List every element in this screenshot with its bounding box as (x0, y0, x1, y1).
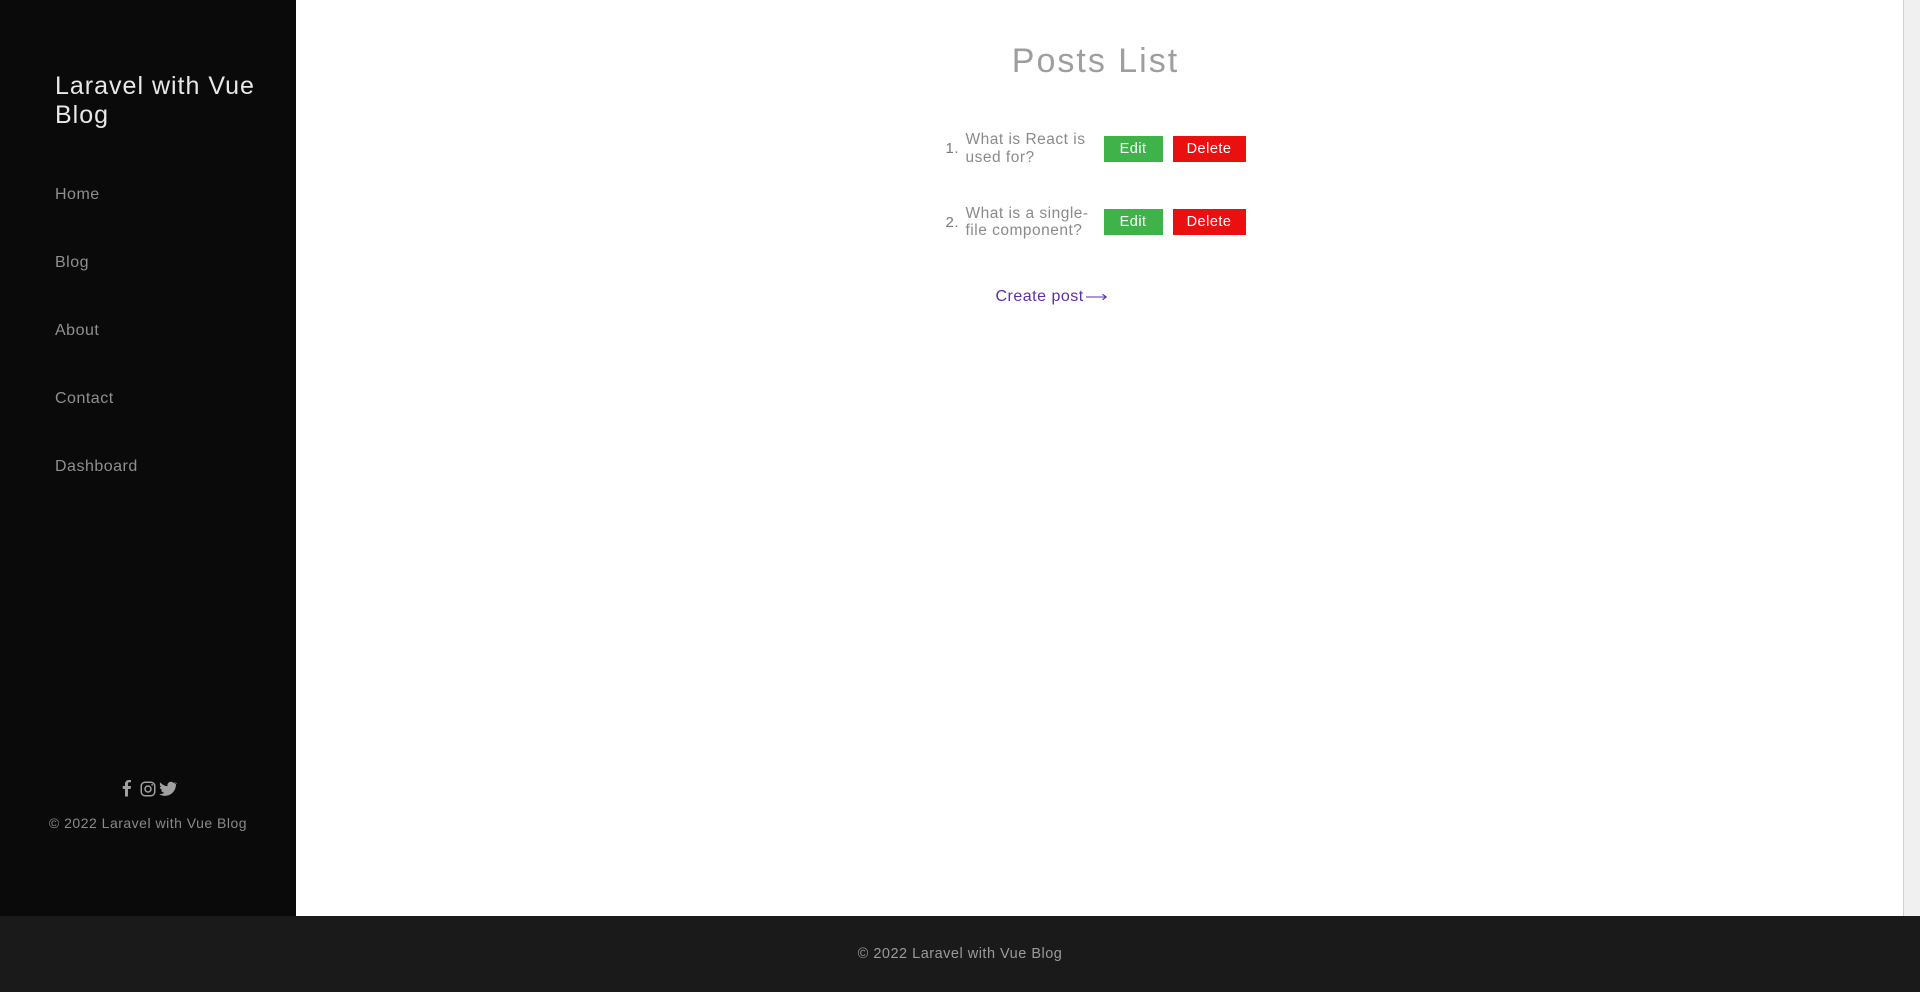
arrow-right-icon (1086, 292, 1108, 302)
sidebar-item-home[interactable]: Home (55, 186, 296, 204)
post-row: 1. What is React is used for? Edit Delet… (946, 131, 1246, 167)
brand-title: Laravel with Vue Blog (55, 72, 296, 130)
main-content: Posts List 1. What is React is used for?… (296, 0, 1903, 916)
footer-copyright: © 2022 Laravel with Vue Blog (858, 946, 1063, 962)
sidebar-copyright: © 2022 Laravel with Vue Blog (0, 815, 296, 831)
page-title: Posts List (1012, 42, 1179, 81)
twitter-icon[interactable] (159, 780, 177, 803)
delete-button[interactable]: Delete (1173, 209, 1246, 235)
edit-button[interactable]: Edit (1104, 209, 1163, 235)
sidebar-nav: Home Blog About Contact Dashboard (55, 186, 296, 526)
post-title: What is React is used for? (966, 131, 1100, 167)
edit-button[interactable]: Edit (1104, 136, 1163, 162)
social-icons (0, 780, 296, 803)
instagram-icon[interactable] (139, 780, 157, 803)
facebook-icon[interactable] (119, 780, 137, 803)
create-post-link[interactable]: Create post (996, 288, 1108, 306)
footer: © 2022 Laravel with Vue Blog (0, 916, 1920, 992)
post-title: What is a single-file component? (966, 205, 1100, 241)
post-number: 1. (946, 140, 962, 157)
sidebar-item-contact[interactable]: Contact (55, 390, 296, 408)
sidebar-item-about[interactable]: About (55, 322, 296, 340)
post-row: 2. What is a single-file component? Edit… (946, 205, 1246, 241)
create-post-label: Create post (996, 288, 1084, 306)
delete-button[interactable]: Delete (1173, 136, 1246, 162)
sidebar-item-blog[interactable]: Blog (55, 254, 296, 272)
sidebar: Laravel with Vue Blog Home Blog About Co… (0, 0, 296, 916)
post-number: 2. (946, 214, 962, 231)
scrollbar-gutter[interactable] (1903, 0, 1920, 916)
sidebar-bottom: © 2022 Laravel with Vue Blog (0, 780, 296, 831)
posts-list: 1. What is React is used for? Edit Delet… (946, 131, 1246, 306)
sidebar-item-dashboard[interactable]: Dashboard (55, 458, 296, 476)
